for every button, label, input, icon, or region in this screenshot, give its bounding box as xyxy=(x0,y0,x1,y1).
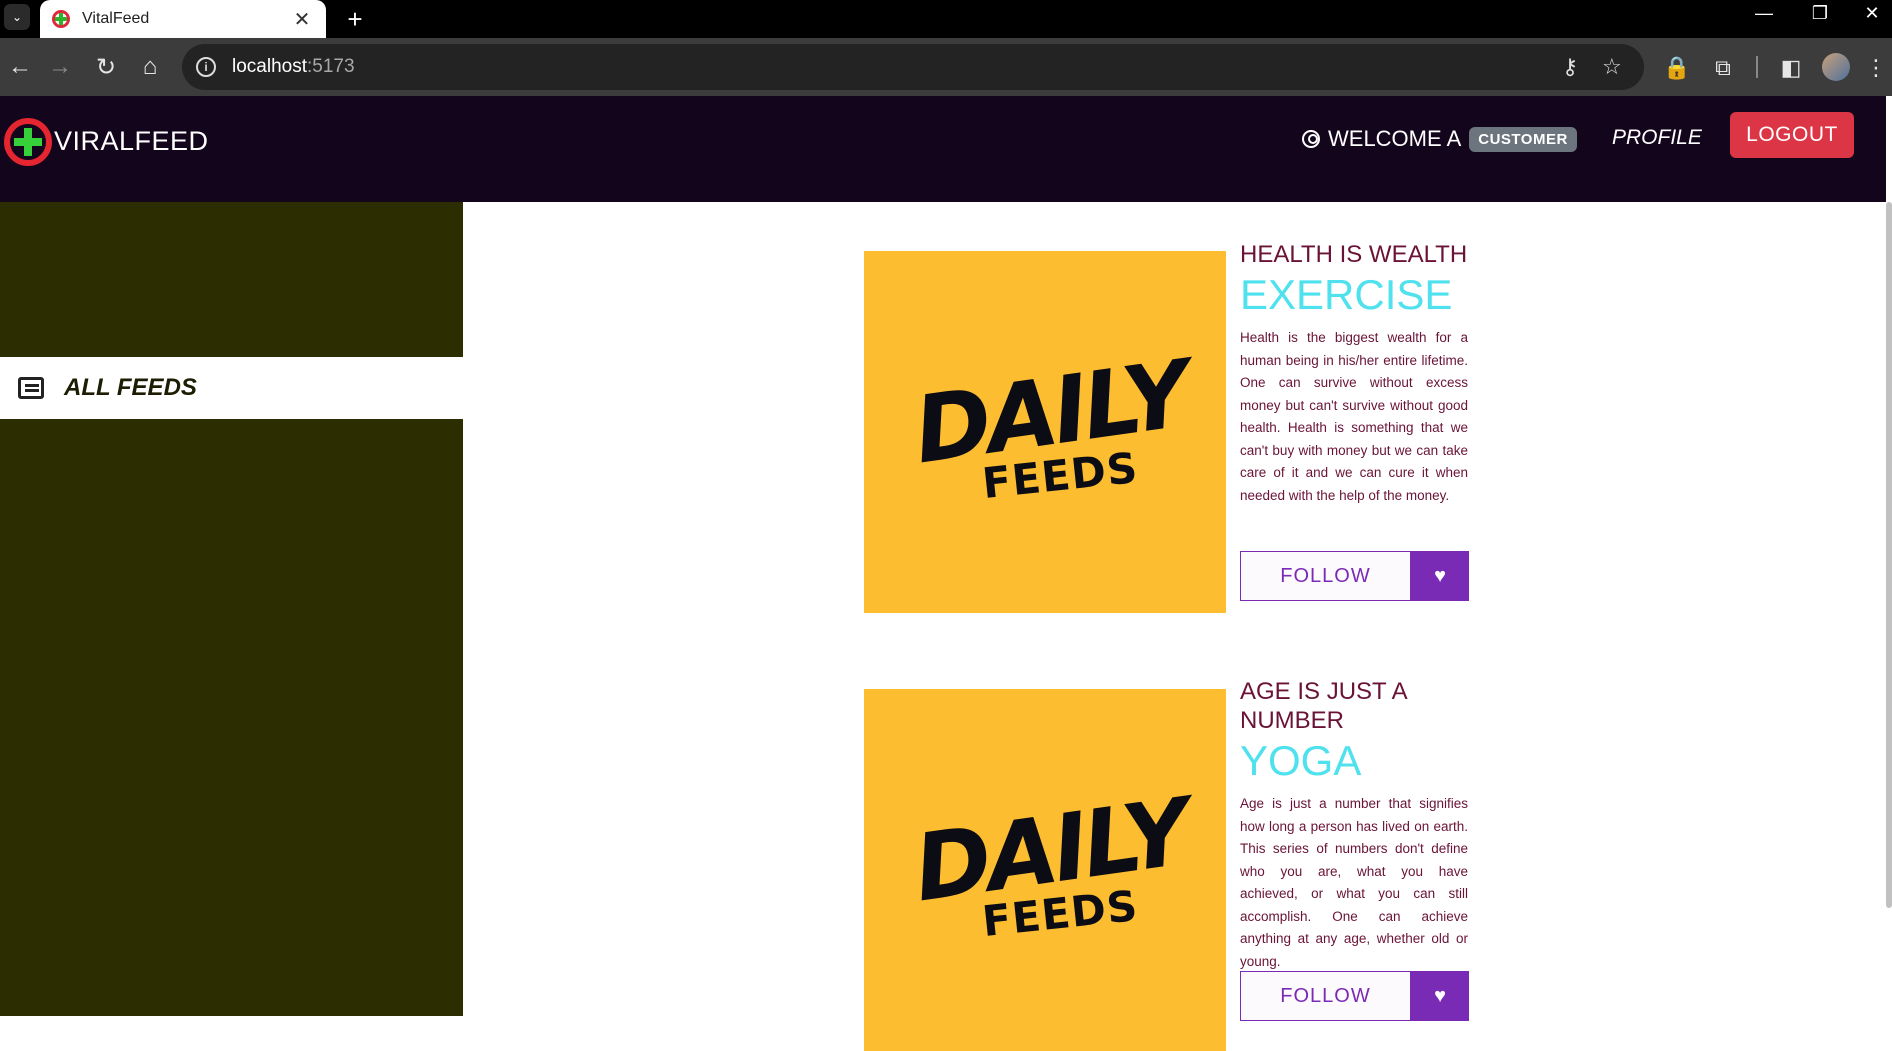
sidebar: ALL FEEDS xyxy=(0,202,463,1016)
brand-name[interactable]: VIRALFEED xyxy=(54,126,209,157)
forward-arrow-icon[interactable]: → xyxy=(40,46,80,88)
feed-body: HEALTH IS WEALTH EXERCISE Health is the … xyxy=(1240,240,1468,507)
profile-avatar[interactable] xyxy=(1822,53,1850,81)
page-scrollbar[interactable] xyxy=(1886,202,1892,908)
browser-tab[interactable]: VitalFeed ✕ xyxy=(40,0,326,38)
new-tab-button[interactable]: + xyxy=(340,0,370,38)
tab-title: VitalFeed xyxy=(82,10,150,27)
extensions-puzzle-icon[interactable]: ⧉ xyxy=(1706,48,1740,88)
url-host: localhost xyxy=(232,56,307,77)
minimize-icon[interactable]: — xyxy=(1744,0,1784,26)
heart-icon[interactable]: ♥ xyxy=(1411,971,1469,1021)
home-icon[interactable]: ⌂ xyxy=(130,46,170,88)
tab-search-icon[interactable]: ⌄ xyxy=(4,4,30,30)
toolbar-divider xyxy=(1756,56,1758,78)
user-circle-icon xyxy=(1302,130,1320,148)
brand-logo-icon[interactable] xyxy=(4,118,52,166)
lock-extension-icon[interactable]: 🔒 xyxy=(1660,48,1694,88)
feed-title: EXERCISE xyxy=(1240,271,1453,318)
profile-link[interactable]: PROFILE xyxy=(1612,126,1702,150)
browser-toolbar: ← → ↻ ⌂ i localhost:5173 ⚷ ☆ 🔒 ⧉ ◧ ⋮ xyxy=(0,38,1892,96)
logout-button[interactable]: LOGOUT xyxy=(1730,112,1854,158)
welcome-text: WELCOME A xyxy=(1328,126,1462,151)
feed-image: DAILY FEEDS xyxy=(864,689,1226,1051)
follow-button-group: FOLLOW ♥ xyxy=(1240,971,1469,1021)
app-navbar: VIRALFEED WELCOME A CUSTOMER PROFILE LOG… xyxy=(0,96,1886,202)
feed-heading: AGE IS JUST A NUMBER xyxy=(1240,678,1407,734)
window-close-icon[interactable]: ✕ xyxy=(1852,0,1892,26)
favicon-icon xyxy=(52,10,70,28)
reload-icon[interactable]: ↻ xyxy=(86,46,126,88)
feed-description: Age is just a number that signifies how … xyxy=(1240,796,1468,969)
url-port: :5173 xyxy=(307,56,355,77)
welcome-message: WELCOME A CUSTOMER xyxy=(1302,126,1577,152)
back-arrow-icon[interactable]: ← xyxy=(0,46,40,88)
address-bar[interactable]: i localhost:5173 ⚷ ☆ xyxy=(182,44,1644,90)
close-tab-icon[interactable]: ✕ xyxy=(290,7,314,32)
newspaper-icon xyxy=(18,377,44,399)
feed-description: Health is the biggest wealth for a human… xyxy=(1240,330,1468,503)
side-panel-icon[interactable]: ◧ xyxy=(1774,48,1808,88)
feed-image: DAILY FEEDS xyxy=(864,251,1226,613)
browser-tab-bar: ⌄ VitalFeed ✕ + — ❐ ✕ xyxy=(0,0,1892,38)
feed-heading: HEALTH IS WEALTH xyxy=(1240,241,1468,268)
sidebar-item-all-feeds[interactable]: ALL FEEDS xyxy=(0,357,463,419)
follow-button[interactable]: FOLLOW xyxy=(1240,551,1411,601)
bookmark-star-icon[interactable]: ☆ xyxy=(1602,54,1622,80)
heart-icon[interactable]: ♥ xyxy=(1411,551,1469,601)
feed-title: YOGA xyxy=(1240,737,1362,784)
password-key-icon[interactable]: ⚷ xyxy=(1562,54,1578,80)
restore-icon[interactable]: ❐ xyxy=(1800,0,1840,26)
feed-body: AGE IS JUST A NUMBER YOGA Age is just a … xyxy=(1240,677,1468,973)
menu-kebab-icon[interactable]: ⋮ xyxy=(1864,48,1888,88)
sidebar-item-label: ALL FEEDS xyxy=(64,374,197,401)
follow-button-group: FOLLOW ♥ xyxy=(1240,551,1469,601)
follow-button[interactable]: FOLLOW xyxy=(1240,971,1411,1021)
site-info-icon[interactable]: i xyxy=(196,57,216,77)
role-badge: CUSTOMER xyxy=(1469,126,1577,152)
